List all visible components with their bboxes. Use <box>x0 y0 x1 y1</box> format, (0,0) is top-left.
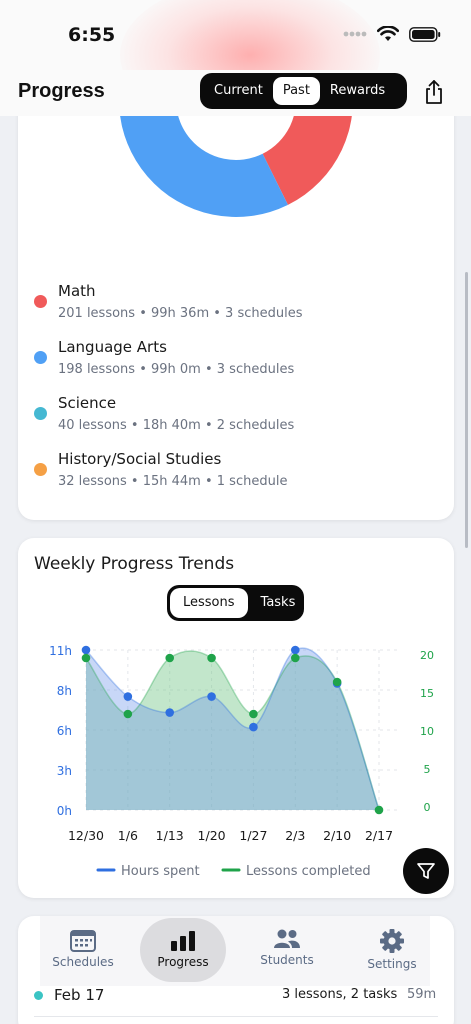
point-lessons <box>207 653 216 663</box>
subject-donut-chart <box>119 100 353 217</box>
calendar-icon <box>70 930 96 952</box>
divider <box>34 1016 438 1017</box>
tab-label: Settings <box>367 957 417 971</box>
y-left-tick: 6h <box>57 724 72 738</box>
y-right-tick: 20 <box>420 649 434 662</box>
people-icon <box>274 929 300 948</box>
tab-bar: Schedules Progress Students Settings <box>40 916 430 986</box>
weekly-trends-card: Weekly Progress Trends Lessons Tasks 0h 3… <box>18 538 454 898</box>
tab-students[interactable]: Students <box>244 916 330 986</box>
y-left-tick: 8h <box>57 684 72 698</box>
trend-toggle: Lessons Tasks <box>167 585 304 621</box>
legend-name: History/Social Studies <box>58 450 222 468</box>
legend-detail: 32 lessons • 15h 44m • 1 schedule <box>58 474 288 489</box>
toggle-lessons[interactable]: Lessons <box>170 588 248 618</box>
y-left-tick: 3h <box>57 764 72 778</box>
subject-breakdown-card: Math 201 lessons • 99h 36m • 3 schedules L… <box>18 100 454 520</box>
legend-dot <box>34 351 47 364</box>
legend-dot <box>34 407 47 420</box>
point-hours <box>249 722 258 732</box>
x-tick-label: 1/27 <box>239 828 267 843</box>
filter-icon <box>417 863 435 879</box>
legend-name: Science <box>58 394 117 412</box>
point-hours <box>165 708 175 717</box>
legend-label-hours: Hours spent <box>121 864 200 879</box>
y-right-tick: 10 <box>420 725 434 738</box>
card-title: Weekly Progress Trends <box>34 554 235 574</box>
x-tick-label: 1/6 <box>118 828 138 843</box>
legend-detail: 201 lessons • 99h 36m • 3 schedules <box>58 306 303 321</box>
row-summary: 3 lessons, 2 tasks <box>282 987 398 1002</box>
y-right-tick: 0 <box>424 801 431 814</box>
tab-settings[interactable]: Settings <box>349 916 435 986</box>
y-right-tick: 5 <box>424 763 431 776</box>
tab-label: Progress <box>157 955 209 969</box>
x-tick-label: 1/20 <box>198 828 226 843</box>
legend-detail: 40 lessons • 18h 40m • 2 schedules <box>58 418 295 433</box>
tab-label: Students <box>260 953 314 967</box>
wifi-icon <box>377 26 399 41</box>
point-lessons <box>123 709 133 719</box>
tab-label: Schedules <box>52 955 114 969</box>
x-tick-label: 2/17 <box>365 828 393 843</box>
x-tick-label: 2/3 <box>285 828 305 843</box>
row-date: Feb 17 <box>54 986 105 1004</box>
toggle-tasks[interactable]: Tasks <box>248 588 309 618</box>
point-hours <box>123 692 133 701</box>
point-hours <box>81 645 91 655</box>
y-right-tick: 15 <box>420 687 434 700</box>
tab-progress[interactable]: Progress <box>140 918 226 982</box>
status-dot <box>34 991 43 1000</box>
segment-current[interactable]: Current <box>204 77 273 105</box>
x-tick-label: 12/30 <box>68 828 104 843</box>
scrollbar[interactable] <box>465 272 468 548</box>
legend-dot <box>34 463 47 476</box>
point-lessons <box>290 653 300 663</box>
tab-schedules[interactable]: Schedules <box>40 916 126 986</box>
period-segmented-control: Current Past Rewards <box>200 73 407 109</box>
legend-name: Math <box>58 282 96 300</box>
filter-button[interactable] <box>403 848 449 894</box>
donut-slice-1 <box>119 100 288 217</box>
row-duration: 59m <box>407 987 437 1002</box>
weekly-trends-chart: 0h 3h 6h 8h 11h 0 5 10 15 20 12/30 1/6 1/13 1/20 1/27 2… <box>49 644 434 879</box>
y-left-tick: 0h <box>57 804 72 818</box>
bar-chart-icon <box>171 931 195 951</box>
legend-detail: 198 lessons • 99h 0m • 3 schedules <box>58 362 295 377</box>
y-left-tick: 11h <box>49 644 72 658</box>
page-title: Progress <box>18 80 105 102</box>
segment-rewards[interactable]: Rewards <box>320 77 395 105</box>
status-time: 6:55 <box>68 24 116 46</box>
gear-icon <box>380 929 404 953</box>
share-icon[interactable] <box>422 78 446 106</box>
point-hours <box>290 645 300 655</box>
point-lessons <box>332 677 342 687</box>
point-lessons <box>374 805 384 815</box>
legend-name: Language Arts <box>58 338 167 356</box>
x-tick-label: 1/13 <box>156 828 184 843</box>
status-icons <box>343 26 441 42</box>
segment-past[interactable]: Past <box>272 77 320 105</box>
legend-label-lessons: Lessons completed <box>246 864 371 879</box>
point-lessons <box>81 653 91 663</box>
battery-icon <box>409 26 441 42</box>
legend-dot <box>34 295 47 308</box>
area-hours <box>86 648 379 810</box>
signal-dots-icon <box>343 31 367 37</box>
header: Progress Current Past Rewards <box>0 70 471 116</box>
point-lessons <box>249 709 258 719</box>
point-hours <box>207 692 216 701</box>
point-lessons <box>165 653 175 663</box>
status-bar: 6:55 <box>0 0 471 130</box>
x-tick-label: 2/10 <box>323 828 351 843</box>
